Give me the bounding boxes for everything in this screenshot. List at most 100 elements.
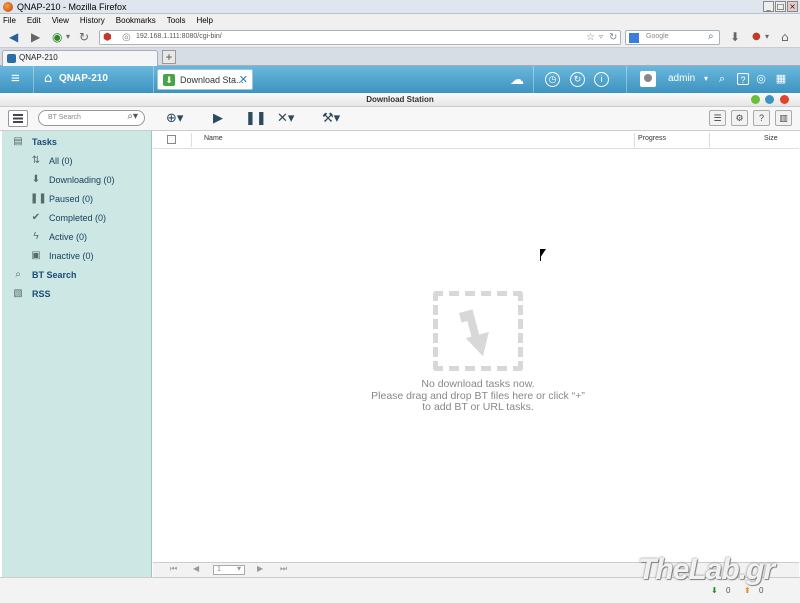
settings-gear-icon[interactable]: ⚙ (731, 110, 748, 126)
avatar[interactable] (640, 71, 656, 87)
sidebar-item-active[interactable]: ϟ Active (0) (2, 229, 152, 247)
search-dropdown-icon[interactable]: ⌕▾ (127, 111, 138, 122)
google-icon[interactable] (629, 33, 639, 43)
help-icon[interactable]: ? (737, 73, 749, 85)
first-page-icon[interactable]: ⏮ (170, 564, 177, 574)
sort-list-icon[interactable]: ☰ (709, 110, 726, 126)
view-toggle-button[interactable] (8, 110, 28, 127)
sidebar-item-label: All (0) (49, 156, 73, 166)
cloud-icon[interactable]: ☁ (510, 72, 524, 86)
url-reload-icon[interactable]: ↻ (609, 32, 617, 43)
main-menu-icon[interactable]: ≡ (11, 71, 24, 86)
select-all-checkbox[interactable] (167, 135, 176, 144)
menu-bar: File Edit View History Bookmarks Tools H… (0, 14, 800, 27)
column-size[interactable]: Size (764, 135, 778, 142)
search-icon[interactable]: ⌕ (716, 73, 728, 85)
status-indicator-icon[interactable]: ◉ (52, 30, 62, 44)
home-icon[interactable]: ⌂ (781, 30, 789, 44)
column-divider (634, 133, 635, 147)
sidebar-item-label: Active (0) (49, 232, 88, 242)
menu-tools[interactable]: Tools (167, 16, 186, 25)
lock-icon: ▣ (31, 250, 41, 261)
user-dropdown-icon[interactable]: ▾ (700, 73, 712, 85)
apps-grid-icon[interactable]: ▦ (775, 73, 787, 85)
maximize-app-icon[interactable] (765, 95, 774, 104)
column-progress[interactable]: Progress (638, 135, 666, 142)
close-app-icon[interactable] (780, 95, 789, 104)
maximize-button[interactable]: □ (775, 1, 786, 12)
sidebar-item-downloading[interactable]: ⬇ Downloading (0) (2, 172, 152, 190)
header-divider (153, 66, 154, 93)
sidebar-item-label: Downloading (0) (49, 175, 115, 185)
new-tab-button[interactable]: + (162, 50, 176, 64)
next-page-icon[interactable]: ▶ (257, 564, 263, 573)
background-tasks-icon[interactable]: ◷ (545, 72, 560, 87)
addon-dropdown-icon[interactable]: ▾ (765, 30, 769, 44)
dropdown-arrow-icon[interactable]: ▾ (66, 30, 70, 44)
sidebar-item-label: Inactive (0) (49, 251, 94, 261)
last-page-icon[interactable]: ⏭ (280, 564, 287, 574)
bt-search-input[interactable]: BT Search ⌕▾ (38, 110, 145, 126)
sidebar-item-paused[interactable]: ❚❚ Paused (0) (2, 191, 152, 209)
history-dropdown-icon[interactable]: ▿ (599, 32, 603, 41)
sidebar-item-inactive[interactable]: ▣ Inactive (0) (2, 248, 152, 266)
user-menu[interactable]: admin (668, 73, 695, 84)
bookmark-star-icon[interactable]: ☆ (586, 32, 595, 43)
back-icon[interactable]: ◀ (9, 30, 18, 44)
app-tab-label: Download Sta... (180, 75, 244, 85)
minimize-app-icon[interactable] (751, 95, 760, 104)
browser-tab-bar: QNAP-210 + (0, 48, 800, 66)
sidebar-item-all[interactable]: ⇅ All (0) (2, 153, 152, 171)
app-tab-download-station[interactable]: ⬇ Download Sta... ✕ (157, 69, 253, 90)
header-divider (626, 66, 627, 93)
sidebar-item-tasks[interactable]: ▤ Tasks (2, 134, 152, 152)
menu-edit[interactable]: Edit (27, 16, 41, 25)
remove-icon[interactable]: ✕▾ (277, 111, 294, 127)
pause-icon[interactable]: ❚❚ (245, 111, 267, 127)
app-title: Download Station (366, 95, 434, 104)
add-task-icon[interactable]: ⊕▾ (166, 111, 183, 127)
nas-name[interactable]: QNAP-210 (59, 73, 108, 84)
column-name[interactable]: Name (204, 135, 223, 142)
sync-icon[interactable]: ↻ (570, 72, 585, 87)
browser-tab-label: QNAP-210 (19, 53, 58, 62)
menu-help[interactable]: Help (196, 16, 212, 25)
app-title-bar: Download Station (0, 93, 800, 107)
search-bar[interactable]: Google ⌕ (625, 30, 720, 45)
page-dropdown-icon[interactable]: ▾ (237, 564, 241, 573)
menu-history[interactable]: History (80, 16, 105, 25)
downloads-icon[interactable]: ⬇ (730, 30, 740, 44)
sidebar: ▤ Tasks ⇅ All (0) ⬇ Downloading (0) ❚❚ P… (2, 131, 152, 577)
search-icon[interactable]: ⌕ (708, 31, 714, 42)
sidebar-item-completed[interactable]: ✔ Completed (0) (2, 210, 152, 228)
menu-view[interactable]: View (52, 16, 69, 25)
panel-toggle-icon[interactable]: ▥ (775, 110, 792, 126)
adblock-icon[interactable]: ● (752, 30, 761, 44)
download-icon: ⬇ (31, 174, 41, 185)
url-bar[interactable]: ⬢ ◎ 192.168.1.111:8080/cgi-bin/ ☆ ▿ ↻ (99, 30, 621, 45)
site-identity-icon[interactable]: ⬢ (103, 32, 112, 43)
prev-page-icon[interactable]: ◀ (193, 564, 199, 573)
sidebar-item-bt-search[interactable]: ⌕ BT Search (2, 267, 152, 285)
download-station-icon: ⬇ (163, 74, 175, 86)
qts-header: ≡ ⌂ QNAP-210 ⬇ Download Sta... ✕ ☁ ◷ ↻ i… (0, 66, 800, 93)
url-text[interactable]: 192.168.1.111:8080/cgi-bin/ (136, 33, 222, 40)
close-app-tab-icon[interactable]: ✕ (239, 73, 248, 86)
language-icon[interactable]: ◎ (755, 73, 767, 85)
reload-icon[interactable]: ↻ (79, 30, 89, 44)
download-count: 0 (726, 586, 731, 595)
menu-bookmarks[interactable]: Bookmarks (116, 16, 156, 25)
help-button-icon[interactable]: ? (753, 110, 770, 126)
globe-icon: ◎ (122, 32, 131, 43)
close-window-button[interactable]: × (787, 1, 798, 12)
start-icon[interactable]: ▶ (213, 111, 223, 127)
menu-file[interactable]: File (3, 16, 16, 25)
forward-icon[interactable]: ▶ (31, 30, 40, 44)
browser-tab[interactable]: QNAP-210 (2, 50, 158, 66)
minimize-button[interactable]: _ (763, 1, 774, 12)
sidebar-item-rss[interactable]: ▧ RSS (2, 286, 152, 304)
home-icon[interactable]: ⌂ (44, 71, 52, 86)
info-icon[interactable]: i (594, 72, 609, 87)
settings-wrench-icon[interactable]: ⚒▾ (322, 111, 340, 127)
column-divider (709, 133, 710, 147)
